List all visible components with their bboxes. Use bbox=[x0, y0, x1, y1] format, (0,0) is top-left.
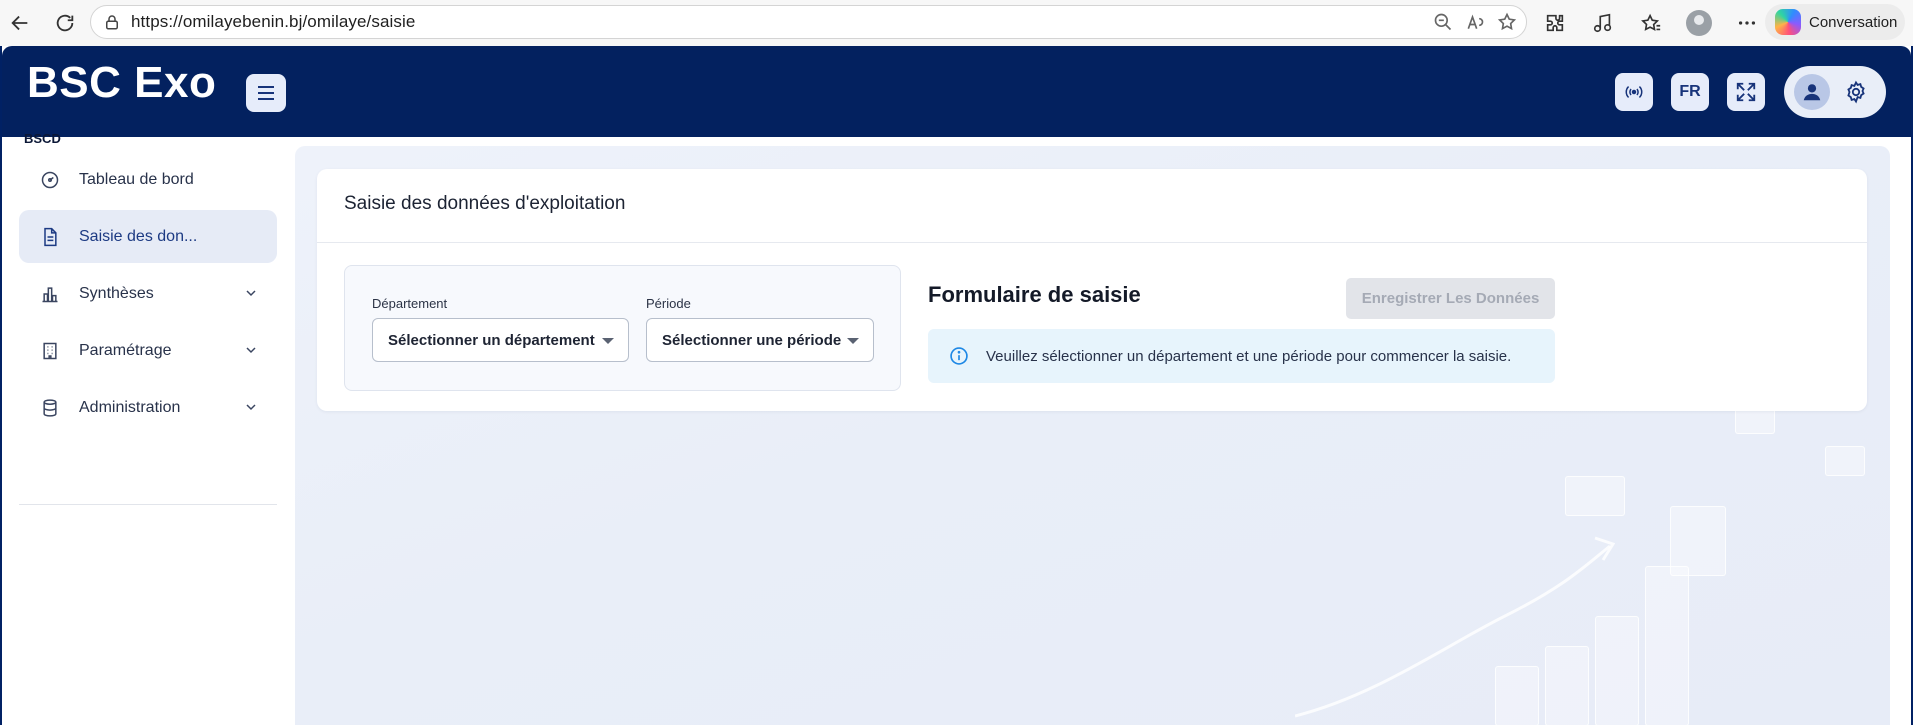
browser-toolbar: https://omilayebenin.bj/omilaye/saisie C… bbox=[0, 0, 1913, 46]
department-label: Département bbox=[372, 296, 448, 311]
zoom-out-icon[interactable] bbox=[1432, 11, 1454, 33]
background-decoration bbox=[1645, 566, 1689, 725]
chevron-down-icon bbox=[246, 290, 256, 297]
sidebar-divider bbox=[19, 504, 277, 505]
sidebar-item-label: Administration bbox=[79, 398, 181, 416]
app-window: BSC Exo FR BSCD Tableau de bord Saisie d… bbox=[0, 46, 1913, 725]
trend-arrow-decoration bbox=[1295, 536, 1615, 718]
period-label: Période bbox=[646, 296, 691, 311]
page-title: Saisie des données d'exploitation bbox=[344, 193, 626, 214]
arrow-left-icon bbox=[11, 15, 28, 31]
bar-chart-icon bbox=[39, 283, 61, 305]
copilot-label: Conversation bbox=[1809, 13, 1898, 31]
dashboard-gauge-icon bbox=[39, 169, 61, 191]
building-icon bbox=[39, 340, 61, 362]
info-icon bbox=[950, 347, 968, 365]
more-options-button[interactable] bbox=[1727, 4, 1767, 42]
copilot-icon bbox=[1775, 9, 1801, 35]
sidebar-item-administration[interactable]: Administration bbox=[19, 381, 277, 434]
fullscreen-button[interactable] bbox=[1727, 73, 1765, 111]
favorite-star-icon[interactable] bbox=[1496, 11, 1518, 33]
background-decoration bbox=[1565, 476, 1625, 516]
favorites-star-icon bbox=[1641, 13, 1661, 32]
address-bar[interactable]: https://omilayebenin.bj/omilaye/saisie bbox=[90, 5, 1527, 39]
favorites-button[interactable] bbox=[1631, 4, 1671, 42]
profile-avatar-icon bbox=[1686, 10, 1712, 36]
card-divider bbox=[317, 242, 1867, 243]
sidebar-toggle-button[interactable] bbox=[246, 74, 286, 112]
fullscreen-icon bbox=[1736, 82, 1756, 102]
caret-down-icon bbox=[847, 338, 859, 344]
user-menu[interactable] bbox=[1784, 66, 1886, 118]
hamburger-menu-icon bbox=[258, 86, 274, 100]
sidebar-item-label: Synthèses bbox=[79, 284, 154, 302]
back-button[interactable] bbox=[0, 3, 40, 43]
brand-title: BSC Exo bbox=[27, 58, 217, 107]
form-title: Formulaire de saisie bbox=[928, 282, 1141, 307]
period-select[interactable]: Sélectionner une période bbox=[646, 318, 874, 362]
period-select-value: Sélectionner une période bbox=[662, 331, 842, 349]
chevron-down-icon bbox=[246, 404, 256, 411]
info-alert: Veuillez sélectionner un département et … bbox=[928, 329, 1555, 383]
lock-icon bbox=[106, 15, 118, 30]
app-header: BSC Exo FR bbox=[2, 46, 1911, 137]
sidebar-item-saisie[interactable]: Saisie des don... bbox=[19, 210, 277, 263]
save-data-button[interactable]: Enregistrer Les Données bbox=[1346, 278, 1555, 319]
read-aloud-icon[interactable] bbox=[1464, 11, 1486, 33]
ellipsis-icon bbox=[1738, 21, 1756, 25]
user-icon bbox=[1803, 84, 1821, 101]
sidebar-item-label: Tableau de bord bbox=[79, 170, 194, 188]
data-entry-card: Saisie des données d'exploitation Départ… bbox=[317, 169, 1867, 411]
sidebar-section-label: BSCD bbox=[24, 131, 61, 143]
caret-down-icon bbox=[602, 338, 614, 344]
sidebar-item-tableau-de-bord[interactable]: Tableau de bord bbox=[19, 153, 277, 206]
url-text: https://omilayebenin.bj/omilaye/saisie bbox=[131, 12, 416, 31]
sidebar-item-label: Saisie des don... bbox=[79, 227, 198, 245]
language-button[interactable]: FR bbox=[1671, 73, 1709, 111]
sidebar-item-syntheses[interactable]: Synthèses bbox=[19, 267, 277, 320]
chevron-down-icon bbox=[246, 347, 256, 354]
info-message: Veuillez sélectionner un département et … bbox=[986, 347, 1512, 365]
department-select[interactable]: Sélectionner un département bbox=[372, 318, 629, 362]
filter-panel: Département Sélectionner un département … bbox=[344, 265, 901, 391]
gear-icon[interactable] bbox=[1844, 80, 1868, 104]
user-avatar[interactable] bbox=[1794, 74, 1830, 110]
broadcast-button[interactable] bbox=[1615, 73, 1653, 111]
media-button[interactable] bbox=[1583, 4, 1623, 42]
music-note-icon bbox=[1593, 13, 1612, 33]
extensions-button[interactable] bbox=[1535, 4, 1575, 42]
sidebar-item-label: Paramétrage bbox=[79, 341, 172, 359]
refresh-button[interactable] bbox=[45, 3, 85, 43]
department-select-value: Sélectionner un département bbox=[388, 331, 595, 349]
refresh-icon bbox=[56, 14, 74, 32]
broadcast-icon bbox=[1625, 86, 1643, 98]
profile-button[interactable] bbox=[1679, 4, 1719, 42]
document-icon bbox=[39, 226, 61, 248]
puzzle-icon bbox=[1546, 14, 1564, 32]
sidebar: BSCD Tableau de bord Saisie des don... S… bbox=[2, 131, 292, 725]
database-icon bbox=[39, 397, 61, 419]
sidebar-item-parametrage[interactable]: Paramétrage bbox=[19, 324, 277, 377]
copilot-conversation-button[interactable]: Conversation bbox=[1765, 4, 1905, 40]
background-decoration bbox=[1825, 446, 1865, 476]
